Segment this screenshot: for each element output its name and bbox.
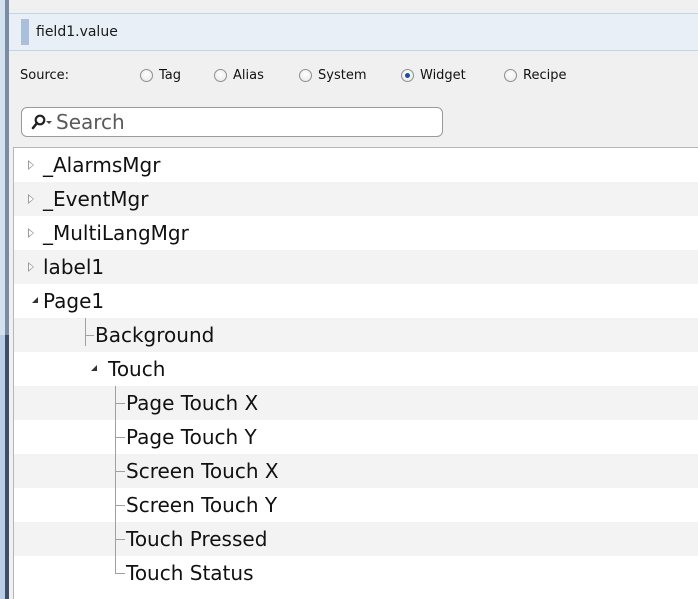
tree-item-multilangmgr[interactable]: _MultiLangMgr [14,216,698,250]
tree-connector [115,539,125,540]
tree-item-label: _AlarmsMgr [43,153,161,177]
source-label: Source: [20,68,70,83]
tree-connector [115,573,125,574]
tree-connector [85,335,94,336]
tree-item-label: Touch [108,357,166,381]
tree-item-background[interactable]: Background [14,318,698,352]
window-title: field1.value [36,24,118,40]
tree-connector [85,318,86,346]
tree-item-label: Screen Touch X [126,459,279,483]
radio-icon[interactable] [299,69,312,82]
radio-icon[interactable] [504,69,517,82]
source-option-recipe[interactable]: Recipe [504,68,566,83]
search-input[interactable] [56,110,426,134]
source-option-label: Recipe [523,68,567,83]
tree-item-label: _MultiLangMgr [43,221,189,245]
source-option-label: Alias [233,68,264,83]
source-option-alias[interactable]: Alias [214,68,264,83]
tree-item-label: Page Touch X [126,391,259,415]
tree-item-page1[interactable]: Page1 [14,284,698,318]
search-box[interactable] [21,107,443,137]
tree-item-label: _EventMgr [43,187,149,211]
tree-connector [115,437,125,438]
widget-tree[interactable]: _AlarmsMgr _EventMgr _MultiLangMgr label… [13,147,698,599]
window-edge [0,0,9,599]
tree-item-label: label1 [43,255,105,279]
source-selector: Source: Tag Alias System Widget Recipe [9,64,698,88]
tree-item-label: Touch Status [126,561,254,585]
tree-item-touch[interactable]: Touch [14,352,698,386]
tree-connector [115,471,125,472]
tree-item-label1[interactable]: label1 [14,250,698,284]
title-bar: field1.value [9,13,698,51]
expand-arrow-icon[interactable] [28,228,34,238]
source-option-tag[interactable]: Tag [140,68,181,83]
expand-arrow-icon[interactable] [28,262,34,272]
tree-item-label: Screen Touch Y [126,493,278,517]
source-option-label: System [318,68,367,83]
tree-connector [115,505,125,506]
expand-arrow-icon[interactable] [28,160,34,170]
source-option-label: Widget [420,68,466,83]
tree-item-label: Page Touch Y [126,425,257,449]
source-option-system[interactable]: System [299,68,366,83]
source-option-label: Tag [159,68,182,83]
radio-icon[interactable] [140,69,153,82]
radio-icon[interactable] [214,69,227,82]
tree-item-alarmsmgr[interactable]: _AlarmsMgr [14,148,698,182]
expand-arrow-icon[interactable] [28,194,34,204]
tree-connector [115,386,116,573]
tag-browser-panel: field1.value Source: Tag Alias System Wi… [9,0,698,599]
search-icon[interactable] [31,114,53,130]
tree-item-label: Background [95,323,215,347]
tree-item-eventmgr[interactable]: _EventMgr [14,182,698,216]
tree-connector [115,403,125,404]
radio-checked-icon[interactable] [401,69,414,82]
tree-item-label: Page1 [43,289,105,313]
title-icon [21,19,29,45]
source-option-widget[interactable]: Widget [401,68,466,83]
tree-item-label: Touch Pressed [126,527,268,551]
